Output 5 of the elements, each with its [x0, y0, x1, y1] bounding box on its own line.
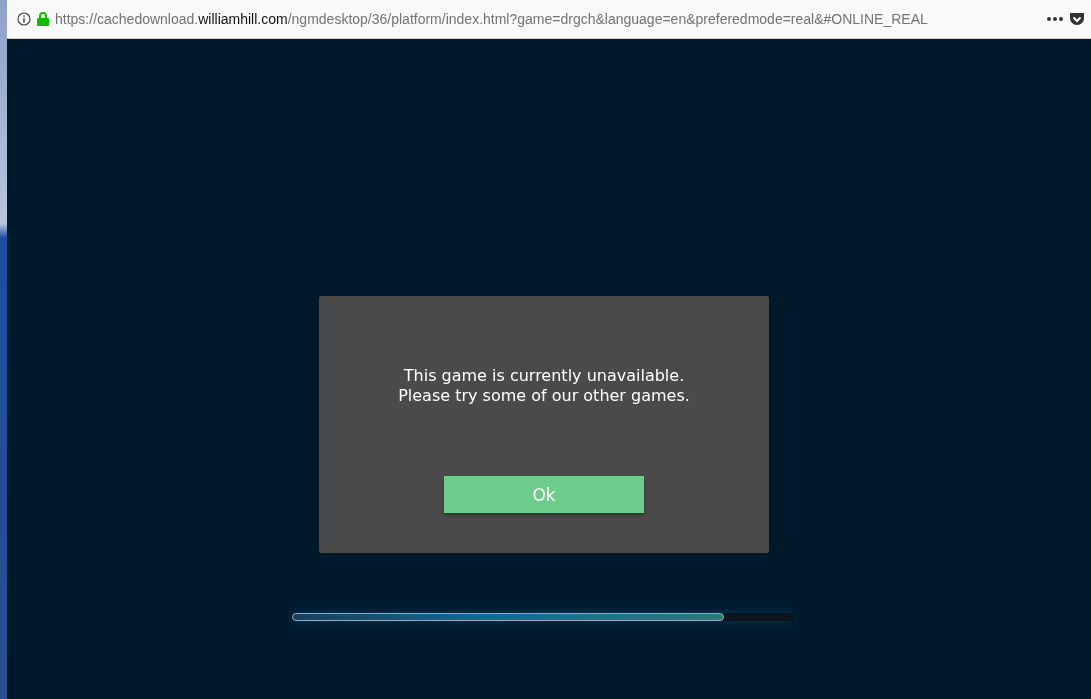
dialog-message: This game is currently unavailable. Please try some of our other games.: [397, 366, 691, 406]
info-icon[interactable]: [17, 12, 31, 26]
url-text[interactable]: https://cachedownload.williamhill.com/ngmdesktop/36/platform/index.html?game=drgch&language=en&preferedmode=real&#ONLINE_REAL: [55, 11, 1041, 27]
pocket-icon[interactable]: [1069, 11, 1085, 27]
more-icon[interactable]: [1047, 17, 1063, 21]
